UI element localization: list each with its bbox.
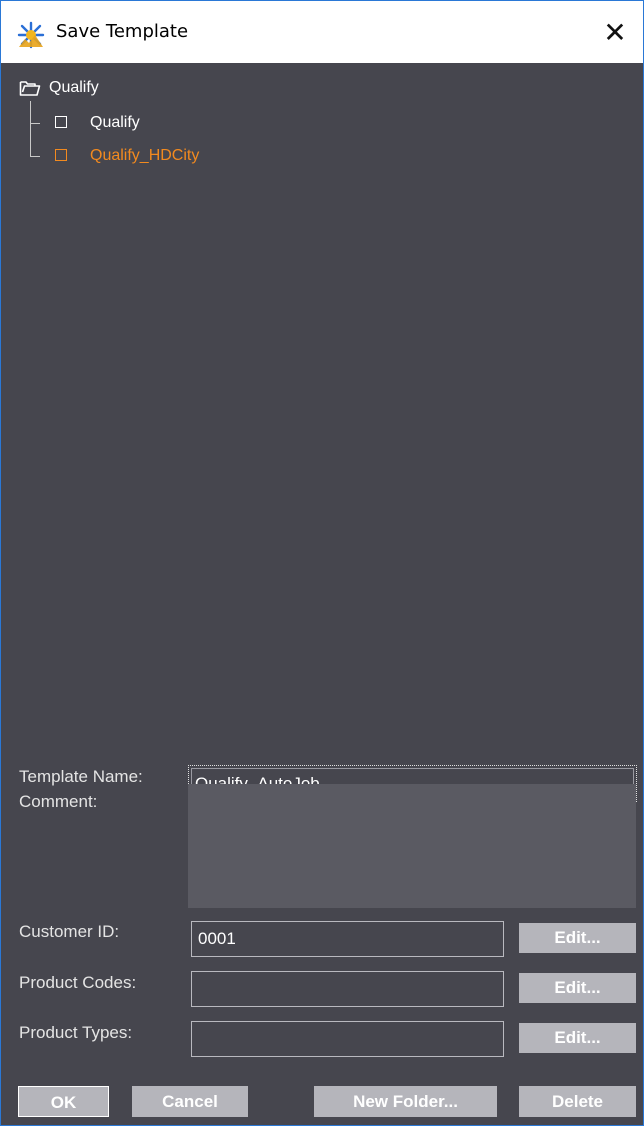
product-codes-label: Product Codes:: [19, 973, 137, 992]
app-logo-icon: [17, 21, 45, 49]
tree-connector: [30, 156, 40, 157]
comment-textarea[interactable]: [188, 784, 636, 908]
ok-button[interactable]: OK: [18, 1086, 109, 1117]
comment-label: Comment:: [19, 792, 98, 811]
customer-id-edit-button[interactable]: Edit...: [519, 923, 636, 953]
title-bar[interactable]: Save Template ✕: [1, 1, 643, 63]
folder-open-icon: [19, 81, 41, 96]
tree-item-qualify-hdcity[interactable]: Qualify_HDCity: [90, 147, 199, 165]
new-folder-button[interactable]: New Folder...: [314, 1086, 497, 1117]
window-title: Save Template: [56, 21, 189, 42]
save-template-dialog: Save Template ✕ Qualify Qualify Qualify_…: [0, 0, 644, 1126]
close-button[interactable]: ✕: [587, 1, 643, 63]
product-codes-edit-button[interactable]: Edit...: [519, 973, 636, 1003]
template-item-icon: [55, 116, 67, 128]
tree-connector: [30, 101, 31, 157]
product-types-label: Product Types:: [19, 1023, 133, 1042]
template-item-icon: [55, 149, 67, 161]
tree-root-label[interactable]: Qualify: [49, 79, 99, 97]
template-name-label: Template Name:: [19, 767, 143, 786]
tree-connector: [30, 123, 40, 124]
template-tree[interactable]: Qualify Qualify Qualify_HDCity: [1, 63, 643, 753]
close-icon: ✕: [603, 15, 627, 49]
tree-item-qualify[interactable]: Qualify: [90, 114, 140, 132]
cancel-button[interactable]: Cancel: [132, 1086, 248, 1117]
customer-id-label: Customer ID:: [19, 922, 120, 941]
delete-button[interactable]: Delete: [519, 1086, 636, 1117]
product-codes-input[interactable]: [191, 971, 504, 1007]
product-types-input[interactable]: [191, 1021, 504, 1057]
customer-id-input[interactable]: [191, 921, 504, 957]
product-types-edit-button[interactable]: Edit...: [519, 1023, 636, 1053]
